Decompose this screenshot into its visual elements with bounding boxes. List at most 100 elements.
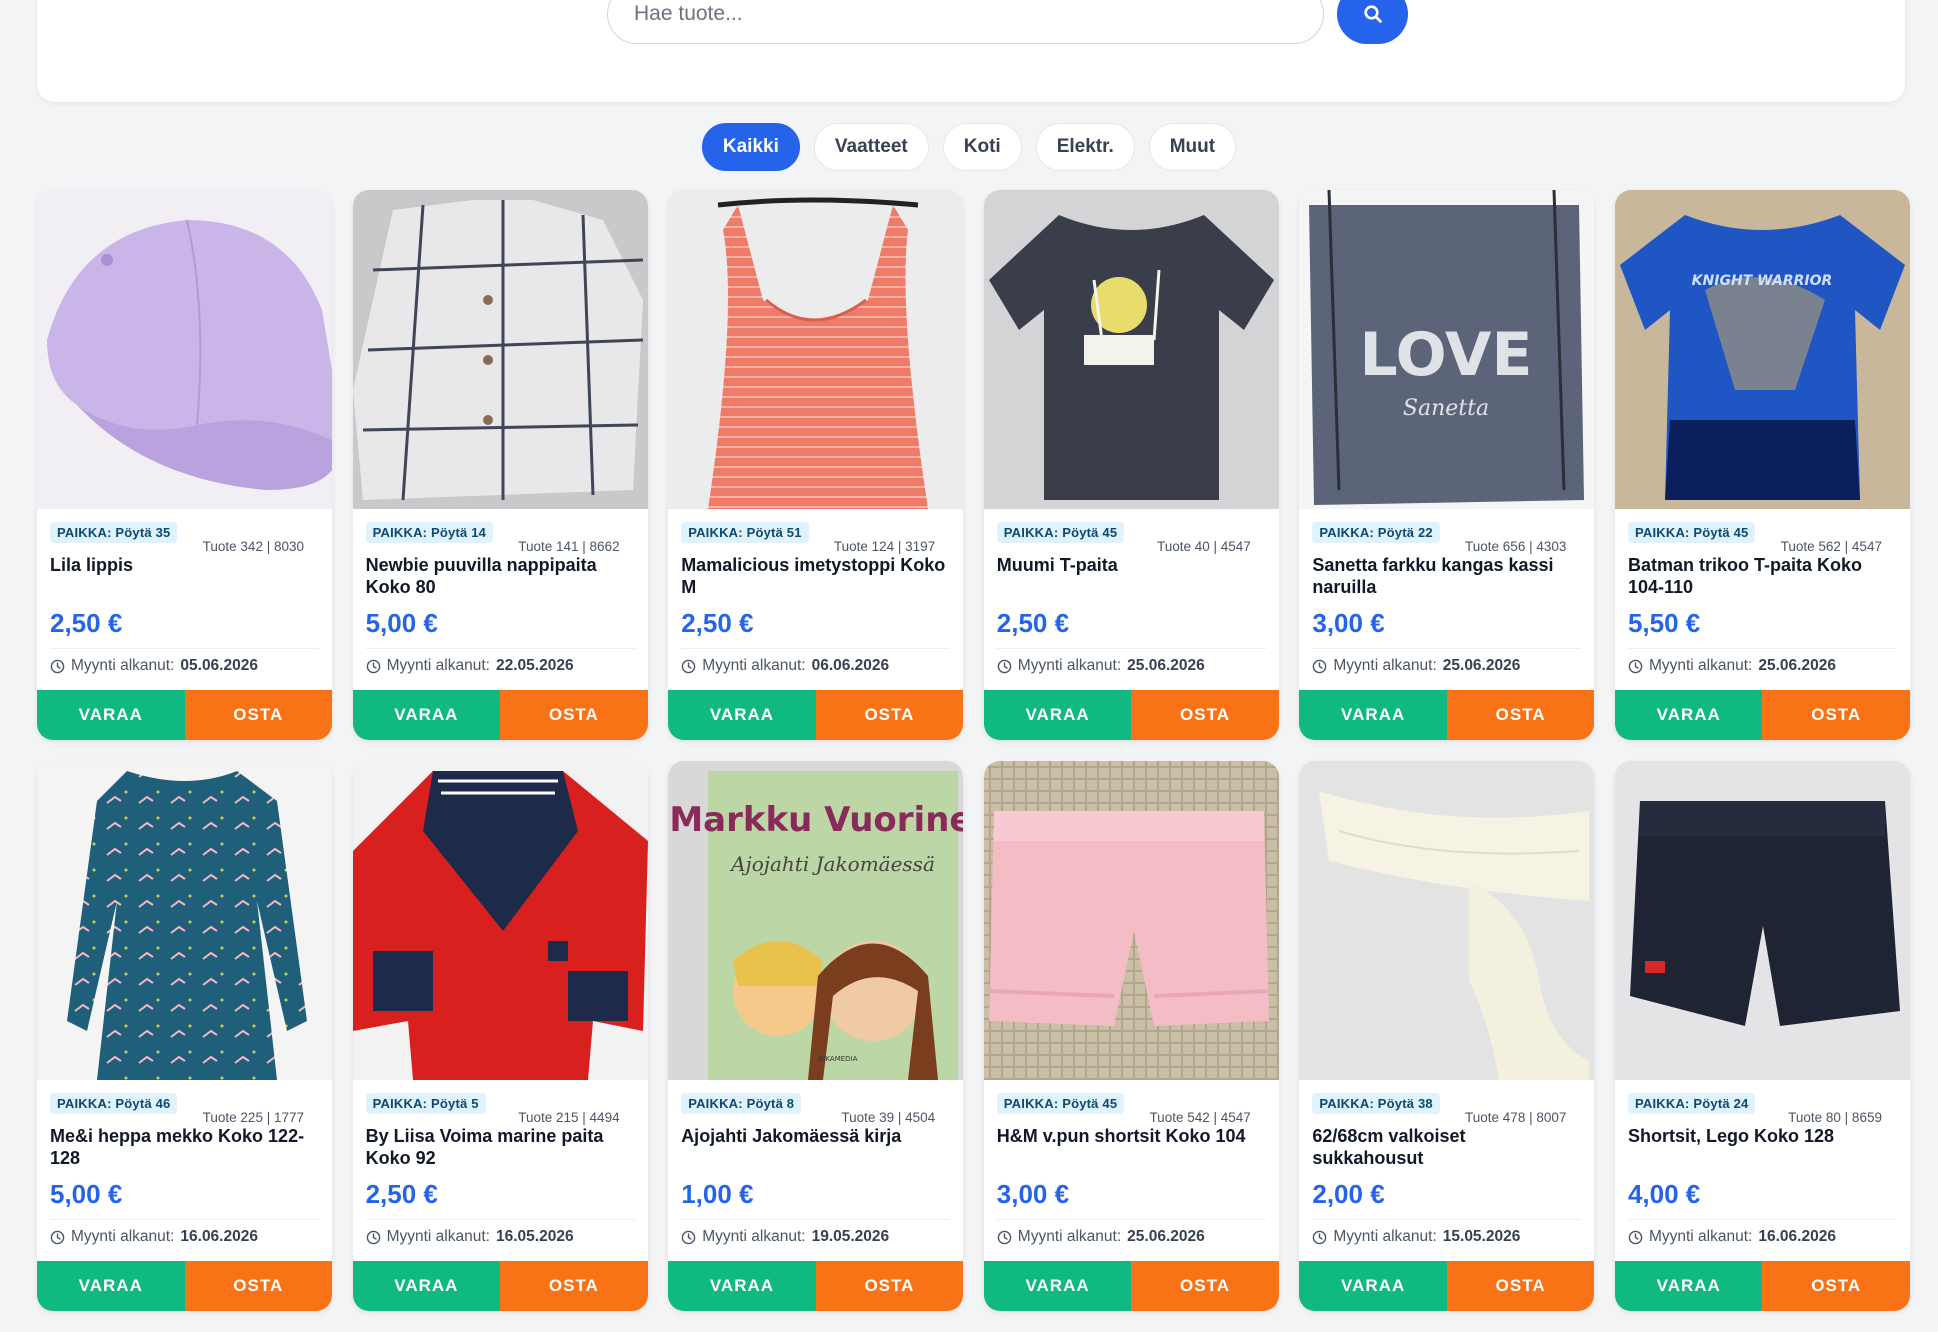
reserve-button[interactable]: VARAA xyxy=(352,690,501,740)
product-image[interactable] xyxy=(37,190,332,509)
buy-button[interactable]: OSTA xyxy=(500,1261,648,1311)
product-info: PAIKKA: Pöytä 46 Tuote 225 | 1777 Me&i h… xyxy=(37,1080,332,1261)
denim-bag-image: LOVE Sanetta xyxy=(1299,190,1595,509)
reserve-button[interactable]: VARAA xyxy=(1299,690,1447,740)
reserve-button[interactable]: VARAA xyxy=(668,1261,816,1311)
clock-icon xyxy=(50,659,65,673)
buy-button[interactable]: OSTA xyxy=(815,690,964,740)
sale-started-label: Myynti alkanut: xyxy=(1017,657,1122,674)
product-image[interactable] xyxy=(352,761,648,1080)
sale-started-date: 05.06.2026 xyxy=(180,657,258,674)
buy-button[interactable]: OSTA xyxy=(1762,690,1910,740)
product-price: 2,50 € xyxy=(50,608,123,638)
buy-button[interactable]: OSTA xyxy=(1446,1261,1595,1311)
reserve-button[interactable]: VARAA xyxy=(352,1261,501,1311)
product-image[interactable] xyxy=(983,761,1279,1080)
reserve-button[interactable]: VARAA xyxy=(1614,1261,1763,1311)
buy-button[interactable]: OSTA xyxy=(184,690,332,740)
product-info: PAIKKA: Pöytä 45 Tuote 542 | 4547 H&M v.… xyxy=(984,1080,1279,1261)
product-card[interactable]: PAIKKA: Pöytä 46 Tuote 225 | 1777 Me&i h… xyxy=(37,761,332,1311)
divider xyxy=(996,648,1266,649)
buy-button[interactable]: OSTA xyxy=(815,1261,964,1311)
sale-started: Myynti alkanut: 16.06.2026 xyxy=(1628,1228,1836,1246)
sale-started: Myynti alkanut: 25.06.2026 xyxy=(997,657,1205,675)
search-input[interactable] xyxy=(607,0,1324,44)
product-code: Tuote 124 | 3197 xyxy=(833,539,936,554)
product-info: PAIKKA: Pöytä 35 Tuote 342 | 8030 Lila l… xyxy=(37,509,332,690)
card-actions: VARAA OSTA xyxy=(1299,1261,1595,1311)
divider xyxy=(1627,1219,1897,1220)
product-card[interactable]: PAIKKA: Pöytä 24 Tuote 80 | 8659 Shortsi… xyxy=(1614,761,1910,1311)
reserve-button[interactable]: VARAA xyxy=(668,690,816,740)
product-title: Batman trikoo T-paita Koko 104-110 xyxy=(1627,555,1862,597)
product-image[interactable]: LOVE Sanetta xyxy=(1299,190,1595,509)
location-badge: PAIKKA: Pöytä 24 xyxy=(1627,1093,1756,1114)
product-card[interactable]: LOVE Sanetta PAIKKA: Pöytä 22 Tuote 656 |… xyxy=(1299,190,1595,740)
product-price: 5,00 € xyxy=(365,608,438,638)
product-image[interactable] xyxy=(1299,761,1595,1080)
reserve-button[interactable]: VARAA xyxy=(983,1261,1132,1311)
filter-other[interactable]: Muut xyxy=(1148,123,1237,171)
product-price: 3,00 € xyxy=(996,1179,1070,1209)
product-card[interactable]: PAIKKA: Pöytä 38 Tuote 478 | 8007 62/68c… xyxy=(1299,761,1595,1311)
product-image[interactable] xyxy=(1614,761,1910,1080)
product-card[interactable]: PAIKKA: Pöytä 45 Tuote 542 | 4547 H&M v.… xyxy=(983,761,1279,1311)
product-title: 62/68cm valkoiset sukkahousut xyxy=(1312,1126,1466,1168)
product-card[interactable]: PAIKKA: Pöytä 51 Tuote 124 | 3197 Mamali… xyxy=(668,190,964,740)
divider xyxy=(996,1219,1266,1220)
card-actions: VARAA OSTA xyxy=(668,1261,964,1311)
buy-button[interactable]: OSTA xyxy=(1131,1261,1279,1311)
buy-button[interactable]: OSTA xyxy=(500,690,648,740)
sale-started-date: 16.06.2026 xyxy=(1758,1228,1836,1245)
reserve-button[interactable]: VARAA xyxy=(37,690,185,740)
product-code: Tuote 80 | 8659 xyxy=(1788,1110,1882,1125)
buy-button[interactable]: OSTA xyxy=(1131,690,1279,740)
sale-started-label: Myynti alkanut: xyxy=(386,1228,490,1245)
divider xyxy=(1627,648,1897,649)
product-card[interactable]: Markku Vuorinen Ajojahti Jakomäessä BIKAME… xyxy=(668,761,964,1311)
product-price: 4,00 € xyxy=(1627,1179,1701,1209)
search-button[interactable] xyxy=(1337,0,1408,44)
sale-started-label: Myynti alkanut: xyxy=(702,657,806,674)
reserve-button[interactable]: VARAA xyxy=(1299,1261,1447,1311)
reserve-button[interactable]: VARAA xyxy=(37,1261,185,1311)
product-image[interactable] xyxy=(668,190,964,509)
sale-started-date: 19.05.2026 xyxy=(811,1228,890,1245)
product-image[interactable]: Markku Vuorinen Ajojahti Jakomäessä BIKAME… xyxy=(668,761,964,1080)
reserve-button[interactable]: VARAA xyxy=(983,690,1132,740)
product-price: 5,50 € xyxy=(1627,608,1701,638)
buy-button[interactable]: OSTA xyxy=(1762,1261,1910,1311)
product-image[interactable] xyxy=(352,190,648,509)
product-image[interactable]: KNIGHT WARRIOR xyxy=(1614,190,1910,509)
product-card[interactable]: PAIKKA: Pöytä 45 Tuote 40 | 4547 Muumi T… xyxy=(983,190,1279,740)
product-image[interactable] xyxy=(983,190,1279,509)
product-price: 3,00 € xyxy=(1312,608,1385,638)
lilac-cap-image xyxy=(37,190,332,509)
white-tights-image xyxy=(1299,761,1595,1080)
buy-button[interactable]: OSTA xyxy=(1446,690,1595,740)
card-actions: VARAA OSTA xyxy=(1614,1261,1910,1311)
card-actions: VARAA OSTA xyxy=(983,1261,1279,1311)
filter-clothes[interactable]: Vaatteet xyxy=(813,123,929,171)
sale-started-date: 25.06.2026 xyxy=(1127,657,1205,674)
bag-print-text: LOVE xyxy=(1360,320,1533,390)
product-card[interactable]: PAIKKA: Pöytä 5 Tuote 215 | 4494 By Liis… xyxy=(352,761,648,1311)
filter-home[interactable]: Koti xyxy=(942,123,1022,171)
card-actions: VARAA OSTA xyxy=(1614,690,1910,740)
sale-started-label: Myynti alkanut: xyxy=(386,657,490,674)
product-card[interactable]: PAIKKA: Pöytä 14 Tuote 141 | 8662 Newbie… xyxy=(352,190,648,740)
product-title: Sanetta farkku kangas kassi naruilla xyxy=(1312,555,1554,597)
filter-electronics[interactable]: Elektr. xyxy=(1035,123,1135,171)
sale-started: Myynti alkanut: 05.06.2026 xyxy=(50,657,258,675)
location-badge: PAIKKA: Pöytä 45 xyxy=(996,1093,1125,1114)
buy-button[interactable]: OSTA xyxy=(184,1261,332,1311)
sailor-shirt-image xyxy=(352,761,648,1080)
clock-icon xyxy=(50,1230,65,1244)
filter-all[interactable]: Kaikki xyxy=(701,123,800,171)
product-image[interactable] xyxy=(37,761,332,1080)
product-card[interactable]: PAIKKA: Pöytä 35 Tuote 342 | 8030 Lila l… xyxy=(37,190,332,740)
reserve-button[interactable]: VARAA xyxy=(1614,690,1763,740)
sale-started-date: 16.06.2026 xyxy=(180,1228,258,1245)
product-card[interactable]: KNIGHT WARRIOR PAIKKA: Pöytä 45 Tuote 56… xyxy=(1614,190,1910,740)
location-badge: PAIKKA: Pöytä 45 xyxy=(996,522,1125,543)
